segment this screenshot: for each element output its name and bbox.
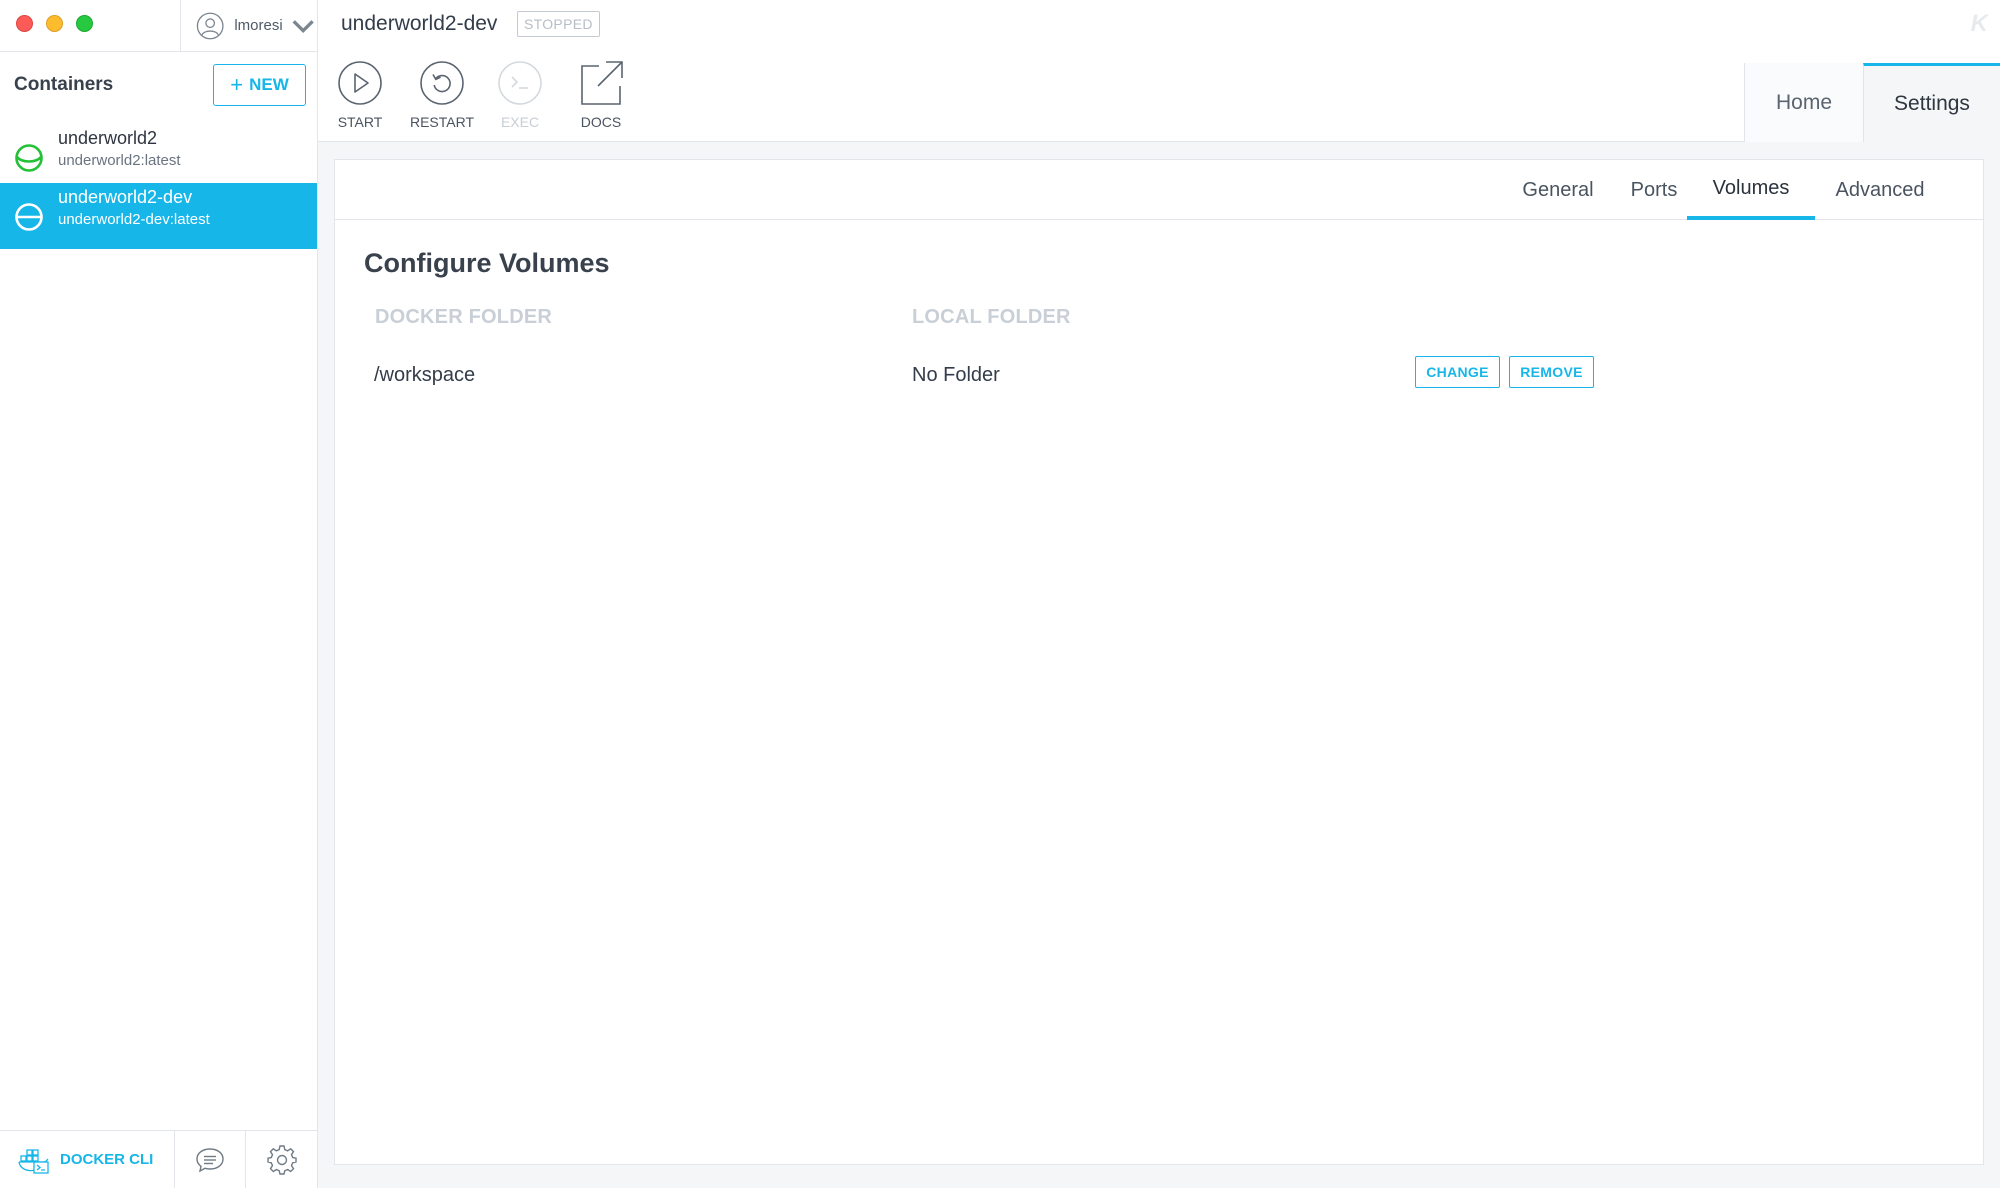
tab-home[interactable]: Home — [1744, 63, 1863, 142]
docs-label: DOCS — [580, 114, 622, 130]
container-name: underworld2 — [58, 128, 158, 148]
mode-tabs: Home Settings — [1744, 63, 2000, 142]
external-link-icon — [581, 61, 623, 105]
new-button-label: NEW — [249, 75, 289, 94]
new-container-button[interactable]: + NEW — [213, 64, 306, 106]
sidebar: lmoresi Containers + NEW underworld2 und… — [0, 0, 318, 1188]
docker-folder-header: DOCKER FOLDER — [375, 306, 553, 328]
container-image: underworld2-dev:latest — [58, 211, 210, 228]
main-area: underworld2-dev STOPPED K START RESTART — [318, 0, 2000, 1188]
plus-icon: + — [230, 72, 244, 97]
docker-cli-icon — [18, 1148, 49, 1174]
settings-tabs: General Ports Volumes Advanced — [335, 160, 1983, 220]
user-name: lmoresi — [234, 17, 283, 34]
sidebar-footer: DOCKER CLI — [0, 1130, 317, 1188]
restart-icon — [420, 61, 464, 105]
docker-cli-button[interactable]: DOCKER CLI — [0, 1131, 175, 1188]
exec-button[interactable]: EXEC — [480, 60, 560, 130]
exec-label: EXEC — [500, 114, 540, 130]
play-icon — [338, 61, 382, 105]
remove-button[interactable]: REMOVE — [1509, 356, 1594, 388]
feedback-button[interactable] — [175, 1131, 246, 1188]
tab-advanced[interactable]: Advanced — [1821, 160, 1939, 220]
tab-volumes[interactable]: Volumes — [1687, 160, 1815, 220]
container-image: underworld2:latest — [58, 152, 181, 169]
docker-cli-label: DOCKER CLI — [60, 1151, 154, 1168]
docs-button[interactable]: DOCS — [561, 60, 641, 130]
start-label: START — [337, 114, 383, 130]
user-menu[interactable]: lmoresi — [180, 0, 317, 51]
docker-folder-value: /workspace — [374, 364, 476, 386]
container-item-underworld2-dev[interactable]: underworld2-dev underworld2-dev:latest — [0, 183, 317, 249]
volume-row: /workspace No Folder CHANGE REMOVE — [335, 356, 1983, 400]
preferences-button[interactable] — [246, 1131, 317, 1188]
running-status-icon — [15, 144, 43, 172]
status-badge: STOPPED — [517, 11, 600, 37]
stopped-status-icon — [15, 203, 43, 231]
container-item-underworld2[interactable]: underworld2 underworld2:latest — [0, 124, 317, 190]
container-title: underworld2-dev — [341, 12, 498, 35]
kitematic-logo: K — [1970, 10, 1988, 37]
restart-button[interactable]: RESTART — [402, 60, 482, 130]
volumes-title: Configure Volumes — [364, 248, 610, 278]
chat-bubble-icon — [196, 1147, 224, 1172]
local-folder-header: LOCAL FOLDER — [912, 306, 1071, 328]
terminal-icon — [498, 61, 542, 105]
sidebar-titlebar: lmoresi — [0, 0, 317, 52]
containers-title: Containers — [14, 74, 114, 95]
containers-header: Containers + NEW — [14, 64, 306, 106]
gear-icon — [266, 1144, 297, 1175]
settings-panel: General Ports Volumes Advanced Configure… — [334, 159, 1984, 1165]
container-header: underworld2-dev STOPPED K START RESTART — [318, 0, 2000, 142]
tab-general[interactable]: General — [1513, 160, 1603, 220]
chevron-down-icon — [292, 19, 314, 33]
close-window-button[interactable] — [16, 15, 33, 32]
kitematic-window: lmoresi Containers + NEW underworld2 und… — [0, 0, 2000, 1188]
local-folder-value: No Folder — [912, 364, 1000, 386]
user-avatar-icon — [196, 12, 224, 39]
minimize-window-button[interactable] — [46, 15, 63, 32]
change-button[interactable]: CHANGE — [1415, 356, 1500, 388]
container-name: underworld2-dev — [58, 187, 193, 207]
maximize-window-button[interactable] — [76, 15, 93, 32]
tab-ports[interactable]: Ports — [1617, 160, 1691, 220]
start-button[interactable]: START — [320, 60, 400, 130]
tab-settings[interactable]: Settings — [1863, 63, 2000, 142]
restart-label: RESTART — [409, 114, 475, 130]
